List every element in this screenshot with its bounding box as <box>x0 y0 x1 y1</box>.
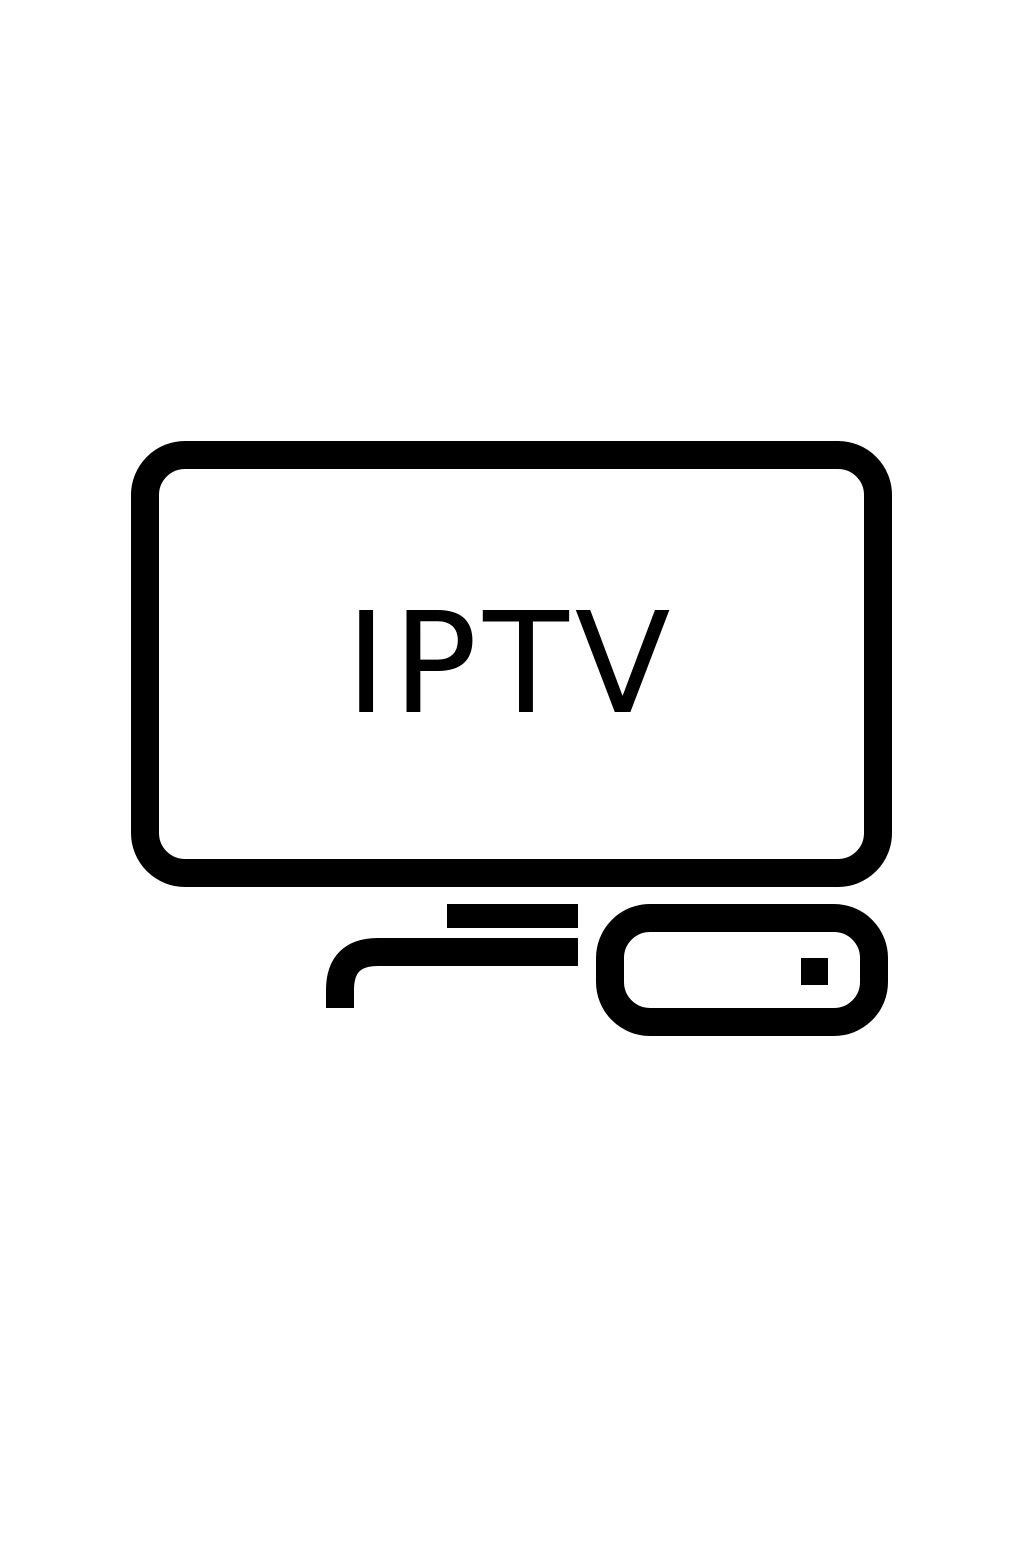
connector-bar <box>447 904 578 928</box>
iptv-icon-canvas: IPTV <box>0 0 1024 1536</box>
set-top-box <box>596 904 888 1036</box>
indicator-light <box>801 958 828 985</box>
iptv-icon: IPTV <box>131 441 892 1036</box>
screen-label: IPTV <box>345 583 676 746</box>
cable <box>326 938 578 1008</box>
